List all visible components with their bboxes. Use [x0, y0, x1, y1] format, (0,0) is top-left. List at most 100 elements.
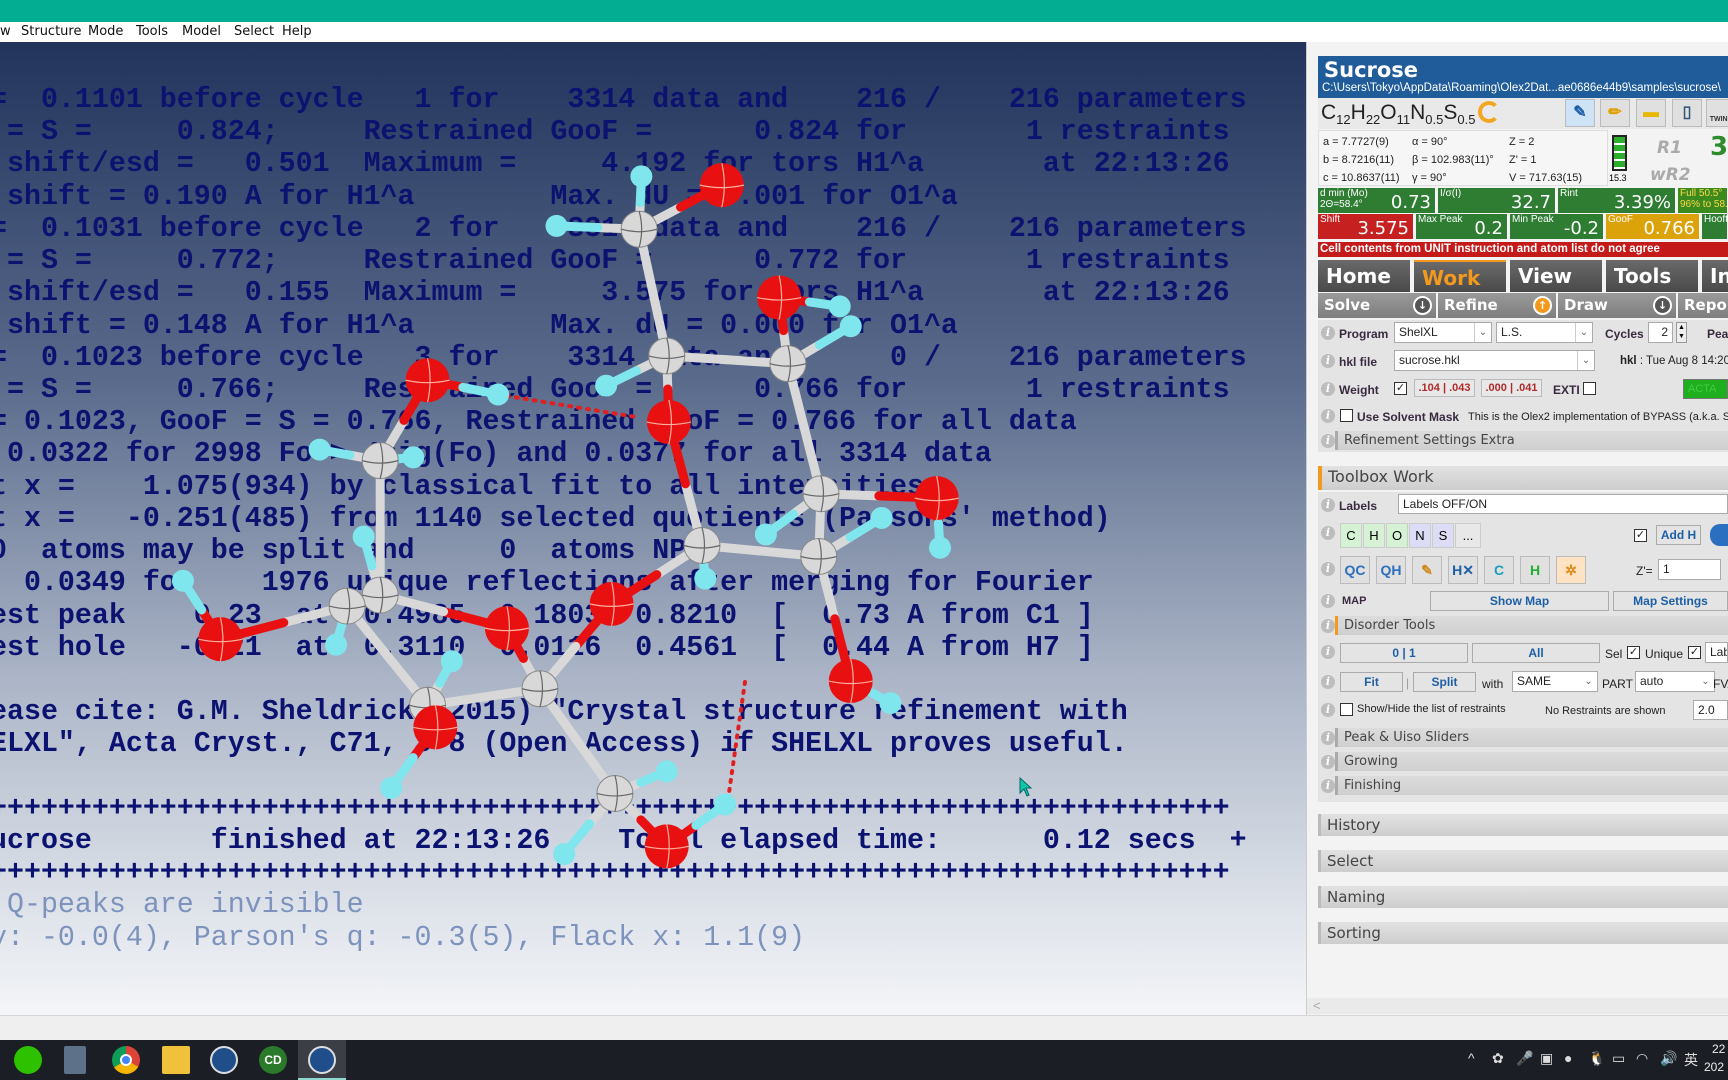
weight-current[interactable]: .104 | .043: [1414, 379, 1475, 397]
menu-model[interactable]: Model: [182, 24, 221, 39]
disorder-tools-header[interactable]: Disorder Tools: [1335, 616, 1728, 635]
hkl-select[interactable]: sucrose.hkl ⌄: [1394, 350, 1595, 371]
quality-indicator[interactable]: GooF 0.766: [1606, 214, 1700, 239]
atom-o10[interactable]: [828, 659, 873, 704]
tray-icon[interactable]: 🎤: [1516, 1050, 1533, 1067]
menu-select[interactable]: Select: [234, 24, 274, 39]
info-icon[interactable]: i: [1321, 434, 1335, 448]
menu-tools[interactable]: Tools: [136, 24, 168, 39]
subtab-report[interactable]: Report: [1678, 293, 1728, 318]
info-icon[interactable]: i: [1321, 619, 1335, 633]
growing-section[interactable]: Growing: [1335, 752, 1728, 771]
show-map-button[interactable]: Show Map: [1430, 591, 1609, 611]
refinement-settings-extra[interactable]: Refinement Settings Extra: [1335, 431, 1728, 450]
info-icon[interactable]: i: [1321, 326, 1335, 340]
weight-suggested[interactable]: .000 | .041: [1481, 379, 1542, 397]
subtab-refine[interactable]: Refine ↑: [1438, 293, 1556, 318]
atom-c1[interactable]: [620, 210, 658, 248]
tray-icon[interactable]: 🔊: [1660, 1050, 1677, 1067]
quality-indicator[interactable]: Max Peak 0.2: [1416, 214, 1508, 239]
atom-h3[interactable]: [828, 295, 851, 318]
arrow-down-icon[interactable]: ↓: [1653, 296, 1672, 315]
menu-structure[interactable]: Structure: [21, 24, 81, 39]
atom-o11[interactable]: [644, 824, 689, 869]
globe-icon[interactable]: [1710, 524, 1728, 546]
atom-c10[interactable]: [521, 670, 559, 708]
file-explorer-icon[interactable]: [162, 1046, 190, 1074]
subtab-solve[interactable]: Solve ↓: [1318, 293, 1436, 318]
shrink-icon[interactable]: ✲: [1556, 556, 1586, 584]
atom-h13[interactable]: [352, 525, 375, 548]
molecule-view[interactable]: [0, 42, 1306, 1015]
info-icon[interactable]: i: [1321, 498, 1335, 512]
atom-h10[interactable]: [870, 506, 893, 529]
atom-o3[interactable]: [405, 358, 450, 403]
atom-o4[interactable]: [646, 400, 691, 445]
atom-h20[interactable]: [553, 843, 576, 866]
split-button[interactable]: Split: [1413, 672, 1476, 692]
finishing-section[interactable]: Finishing: [1335, 776, 1728, 795]
atom-h16[interactable]: [440, 650, 463, 673]
tray-icon[interactable]: ▭: [1612, 1050, 1625, 1067]
atom-h15[interactable]: [325, 633, 348, 656]
program-select[interactable]: ShelXL ⌄: [1394, 322, 1492, 343]
method-select[interactable]: L.S. ⌄: [1496, 322, 1593, 343]
info-icon[interactable]: i: [1321, 755, 1335, 769]
tab-work[interactable]: Work: [1414, 260, 1506, 292]
clean-icon[interactable]: ✎: [1412, 556, 1442, 584]
chemdraw-icon[interactable]: CD: [259, 1046, 287, 1074]
atom-c8[interactable]: [361, 576, 399, 614]
hydrogen-bond[interactable]: [496, 392, 636, 419]
section-sorting[interactable]: Sorting: [1318, 922, 1728, 944]
atom-c2[interactable]: [648, 337, 686, 375]
olex2-active-icon[interactable]: [308, 1046, 336, 1074]
restraints-checkbox[interactable]: [1340, 703, 1353, 716]
exti-checkbox[interactable]: [1583, 382, 1596, 395]
section-history[interactable]: History: [1318, 814, 1728, 836]
atom-h19[interactable]: [714, 793, 737, 816]
add-h-button[interactable]: Add H: [1656, 525, 1701, 545]
atom-h17[interactable]: [380, 776, 403, 799]
info-icon[interactable]: i: [1321, 731, 1335, 745]
peak-uiso-sliders[interactable]: Peak & Uiso Sliders: [1335, 728, 1728, 747]
restraints-value-input[interactable]: 2.0: [1693, 700, 1728, 720]
quality-indicator[interactable]: Shift 3.575: [1318, 214, 1414, 239]
atom-c6[interactable]: [800, 538, 838, 576]
folder-icon[interactable]: ▬: [1636, 99, 1666, 127]
clock-time[interactable]: 22: [1712, 1042, 1725, 1056]
tab-view[interactable]: View: [1510, 260, 1602, 292]
toolbox-work-header[interactable]: Toolbox Work: [1318, 466, 1728, 490]
info-icon[interactable]: i: [1321, 382, 1335, 396]
labels-input[interactable]: Labe: [1705, 642, 1728, 663]
atom-h7[interactable]: [308, 438, 331, 461]
info-icon[interactable]: i: [1321, 562, 1335, 576]
menu-help[interactable]: Help: [282, 24, 312, 39]
element-button-n[interactable]: N: [1409, 523, 1431, 548]
atom-c4[interactable]: [802, 475, 840, 513]
calculator-icon[interactable]: [64, 1046, 86, 1074]
menu-view[interactable]: w: [0, 24, 11, 39]
atom-h11[interactable]: [929, 536, 952, 559]
all-button[interactable]: All: [1472, 643, 1600, 663]
labels-select[interactable]: Labels OFF/ON: [1398, 494, 1728, 514]
atom-c3[interactable]: [769, 345, 807, 383]
cycles-stepper[interactable]: ▲ ▼: [1676, 322, 1687, 343]
arrow-up-icon[interactable]: ↑: [1533, 296, 1552, 315]
section-select[interactable]: Select: [1318, 850, 1728, 872]
atom-o6[interactable]: [589, 581, 634, 626]
section-naming[interactable]: Naming: [1318, 886, 1728, 908]
tab-tools[interactable]: Tools: [1606, 260, 1698, 292]
quality-indicator[interactable]: d min (Mo) 2Θ=58.4° 0.73: [1318, 188, 1436, 213]
element-button-more[interactable]: ...: [1455, 523, 1481, 548]
atom-c12[interactable]: [596, 774, 634, 812]
atom-o1[interactable]: [699, 163, 744, 208]
quality-indicator[interactable]: Min Peak -0.2: [1510, 214, 1604, 239]
atom-h18[interactable]: [655, 760, 678, 783]
twins-icon[interactable]: TWINS: [1706, 99, 1728, 127]
atom-h21[interactable]: [879, 692, 902, 715]
acta-button[interactable]: ACTA: [1683, 379, 1728, 399]
cycles-input[interactable]: 2: [1648, 322, 1673, 343]
hydrogen-bond[interactable]: [725, 680, 747, 807]
unique-checkbox[interactable]: ✓: [1688, 646, 1701, 659]
atom-h9[interactable]: [754, 523, 777, 546]
